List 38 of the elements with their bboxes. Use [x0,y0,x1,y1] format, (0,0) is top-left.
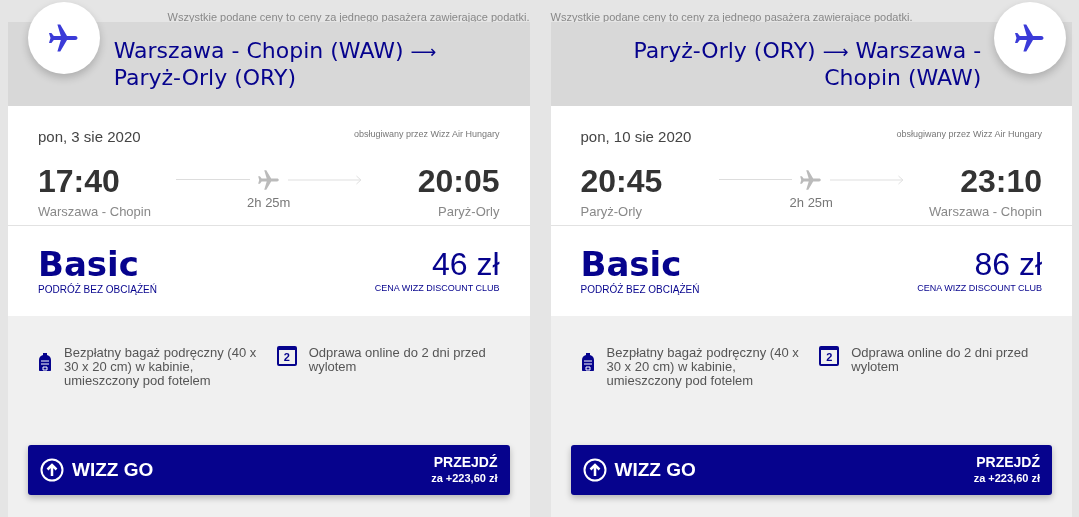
arrival-time: 23:10 [959,165,1042,198]
arrival-airport: Paryż-Orly [438,203,500,221]
feature-text: Odprawa online do 2 dni przed wylotem [308,346,487,374]
departure-airport: Warszawa - Chopin [38,203,151,221]
wizz-go-button[interactable]: WIZZ GO PRZEJDŹ za +223,60 zł [28,445,510,495]
upload-icon [40,458,64,482]
calendar-icon: 2 [276,346,297,366]
fare-price: 46 zł [431,246,500,282]
price-notice: Wszystkie podane ceny to ceny za jednego pasażera zawierające podatki. [550,10,914,22]
upload-icon [582,458,607,482]
flight-date: pon, 3 sie 2020 [38,127,141,147]
feature-text: Odprawa online do 2 dni przed wylotem [851,346,1030,374]
route-title: Warszawa - Chopin (WAW) ⟶ Paryż-Orly (ORY) [113,37,438,91]
wizz-go-button[interactable]: WIZZ GO PRZEJDŹ za +223,60 zł [570,445,1052,495]
operator-text: obsługiwany przez Wizz Air Hungary [353,128,500,141]
fare-subtitle: PODRÓŻ BEZ OBCIĄŻEŃ [38,282,157,297]
price-note: CENA WIZZ DISCOUNT CLUB [374,282,500,295]
feature-text: Bezpłatny bagaż podręczny (40 x 30 x 20 cm) w kabinie, umieszczony pod fotelem [64,346,258,388]
price-notice: Wszystkie podane ceny to ceny za jednego pasażera zawierające podatki. [166,10,530,22]
fare-price: 86 zł [974,246,1042,282]
price-note: CENA WIZZ DISCOUNT CLUB [917,282,1042,295]
operator-text: obsługiwany przez Wizz Air Hungary [896,128,1042,141]
arrival-time: 20:05 [416,165,500,198]
backpack-icon [38,352,52,372]
flight-date: pon, 10 sie 2020 [580,127,692,147]
arrival-airport: Warszawa - Chopin [929,203,1042,221]
departure-airport: Paryż-Orly [580,203,642,221]
departure-time: 17:40 [38,165,121,198]
calendar-icon: 2 [819,346,840,366]
fare-name: Basic [580,246,682,282]
flight-duration: 2h 25m [789,193,833,212]
backpack-icon [580,352,595,372]
fare-name: Basic [38,246,139,282]
departure-time: 20:45 [580,165,664,198]
flight-duration: 2h 25m [247,193,291,212]
route-title: Paryż-Orly (ORY) ⟶ Warszawa - Chopin (WAW) [632,37,982,91]
fare-subtitle: PODRÓŻ BEZ OBCIĄŻEŃ [580,282,700,297]
feature-text: Bezpłatny bagaż podręczny (40 x 30 x 20 cm) w kabinie, umieszczony pod fotelem [606,346,800,388]
